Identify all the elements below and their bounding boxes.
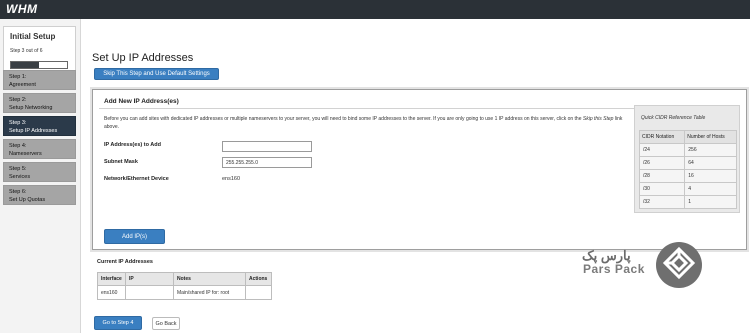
table-cell: 256 xyxy=(684,143,737,157)
go-to-step-4-button[interactable]: Go to Step 4 xyxy=(94,316,142,330)
table-cell: 64 xyxy=(684,156,737,170)
network-device-value: ens160 xyxy=(222,176,241,182)
ip-address-input[interactable] xyxy=(222,141,312,152)
description-text: Before you can add sites with dedicated … xyxy=(104,116,583,122)
step-title: Setup IP Addresses xyxy=(9,127,58,134)
table-row: /32 1 xyxy=(638,195,737,209)
current-ip-title: Current IP Addresses xyxy=(97,259,153,265)
table-row: /30 4 xyxy=(638,182,737,196)
table-cell: ens160 xyxy=(97,285,126,300)
table-cell: /26 xyxy=(638,156,686,170)
skip-step-link[interactable]: Skip this Step xyxy=(583,116,614,122)
cidr-reference-box: Quick CIDR Reference Table CIDR Notation… xyxy=(634,105,740,213)
table-row: /24 256 xyxy=(638,143,737,157)
sidebar-step-4[interactable]: Step 4: Nameservers xyxy=(3,139,76,159)
column-header: Actions xyxy=(245,272,272,286)
cidr-reference-title: Quick CIDR Reference Table xyxy=(641,115,706,121)
setup-step-counter: Step 3 out of 6 xyxy=(10,48,43,54)
step-number: Step 3: xyxy=(9,120,27,126)
top-bar: WHM xyxy=(0,0,750,19)
sidebar-step-5[interactable]: Step 5: Services xyxy=(3,162,76,182)
step-number: Step 2: xyxy=(9,97,27,103)
step-number: Step 6: xyxy=(9,189,27,195)
setup-title: Initial Setup xyxy=(10,32,56,41)
column-header: Notes xyxy=(173,272,246,286)
table-cell: /32 xyxy=(638,195,686,209)
whm-logo: WHM xyxy=(6,2,38,16)
sidebar-step-2[interactable]: Step 2: Setup Networking xyxy=(3,93,76,113)
cidr-reference-table: CIDR Notation Number of Hosts /24 256 /2… xyxy=(638,130,737,209)
parspack-logo-icon xyxy=(656,242,702,288)
panel-description: Before you can add sites with dedicated … xyxy=(104,116,624,132)
go-back-button[interactable]: Go Back xyxy=(152,317,180,330)
table-cell: /28 xyxy=(638,169,686,183)
watermark-text-en: Pars Pack xyxy=(583,262,645,276)
step-title: Set Up Quotas xyxy=(9,196,46,203)
progress-bar xyxy=(10,61,68,69)
sidebar-step-6[interactable]: Step 6: Set Up Quotas xyxy=(3,185,76,205)
table-cell: 16 xyxy=(684,169,737,183)
column-header: IP xyxy=(125,272,174,286)
table-row: ens160 Main/shared IP for: root xyxy=(97,285,272,300)
table-header-row: Interface IP Notes Actions xyxy=(97,272,272,286)
network-device-label: Network/Ethernet Device xyxy=(104,176,169,182)
table-row: /28 16 xyxy=(638,169,737,183)
table-cell xyxy=(125,285,174,300)
subnet-mask-input[interactable] xyxy=(222,157,312,168)
table-cell: 1 xyxy=(684,195,737,209)
column-header: CIDR Notation xyxy=(638,130,686,144)
page-title: Set Up IP Addresses xyxy=(92,52,194,64)
table-cell: Main/shared IP for: root xyxy=(173,285,246,300)
step-title: Services xyxy=(9,173,31,180)
column-header: Number of Hosts xyxy=(684,130,737,144)
table-cell: /24 xyxy=(638,143,686,157)
subnet-mask-label: Subnet Mask xyxy=(104,159,138,165)
panel-title: Add New IP Address(es) xyxy=(104,98,179,105)
table-cell: 4 xyxy=(684,182,737,196)
step-title: Nameservers xyxy=(9,150,42,157)
table-cell[interactable] xyxy=(245,285,272,300)
sidebar: Initial Setup Step 3 out of 6 Step 1: Ag… xyxy=(0,19,81,333)
current-ip-table: Interface IP Notes Actions ens160 Main/s… xyxy=(97,272,272,300)
skip-step-button[interactable]: Skip This Step and Use Default Settings xyxy=(94,68,219,80)
step-number: Step 1: xyxy=(9,74,27,80)
sidebar-step-3[interactable]: Step 3: Setup IP Addresses xyxy=(3,116,76,136)
panel-divider xyxy=(99,108,727,109)
step-number: Step 5: xyxy=(9,166,27,172)
add-ips-button[interactable]: Add IP(s) xyxy=(104,229,165,244)
step-title: Agreement xyxy=(9,81,36,88)
step-title: Setup Networking xyxy=(9,104,53,111)
table-cell: /30 xyxy=(638,182,686,196)
table-row: /26 64 xyxy=(638,156,737,170)
step-number: Step 4: xyxy=(9,143,27,149)
column-header: Interface xyxy=(97,272,126,286)
ip-address-label: IP Address(es) to Add xyxy=(104,142,161,148)
sidebar-step-1[interactable]: Step 1: Agreement xyxy=(3,70,76,90)
progress-fill xyxy=(11,62,39,68)
table-header-row: CIDR Notation Number of Hosts xyxy=(638,130,737,144)
